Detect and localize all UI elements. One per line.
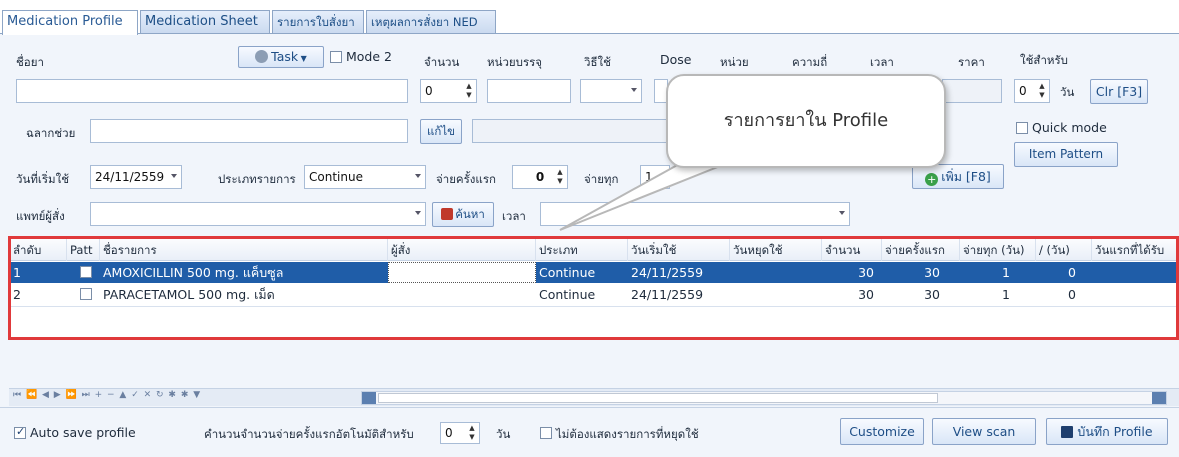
task-button[interactable]: Task ▼	[238, 46, 324, 68]
save-disk-icon	[1061, 426, 1074, 438]
unit-label: หน่วยบรรจุ	[487, 55, 543, 69]
view-scan-button[interactable]: View scan	[932, 418, 1036, 445]
start-date-value: 24/11/2559	[95, 170, 165, 184]
horizontal-scrollbar[interactable]	[361, 391, 1167, 405]
scroll-thumb[interactable]	[378, 393, 938, 403]
gear-icon	[255, 50, 269, 63]
doctor-select[interactable]	[90, 202, 426, 226]
day-unit-label: วัน	[496, 427, 511, 441]
time-label: เวลา	[870, 55, 894, 69]
grid-highlight-frame	[8, 236, 1179, 340]
clear-button[interactable]: Clr [F3]	[1090, 79, 1148, 104]
tab-medication-sheet[interactable]: Medication Sheet	[140, 10, 270, 34]
plus-circle-icon: +	[925, 173, 939, 186]
method-label: วิธีใช้	[584, 55, 611, 69]
price-input	[942, 79, 1002, 103]
list-type-label: ประเภทรายการ	[218, 172, 296, 186]
auto-calc-value: 0	[445, 426, 453, 440]
navigator-buttons[interactable]: ⏮ ⏪ ◀ ▶ ⏩ ⏭ + − ▲ ✓ ✕ ↻ ✱ ✱ ▼	[13, 390, 201, 400]
start-date-picker[interactable]: 24/11/2559	[90, 165, 182, 189]
chevron-down-icon	[631, 88, 637, 92]
mode2-checkbox[interactable]	[330, 51, 342, 63]
price-label: ราคา	[958, 55, 985, 69]
qty-label: จำนวน	[424, 55, 460, 69]
add-label: เพิ่ม [F8]	[941, 169, 991, 184]
chevron-down-icon	[415, 174, 421, 178]
task-label: Task	[271, 49, 299, 64]
list-type-value: Continue	[309, 170, 363, 184]
customize-button[interactable]: Customize	[840, 418, 924, 445]
use-for-value: 0	[1019, 84, 1027, 98]
auto-calc-label: คำนวนจำนวนจ่ายครั้งแรกอัตโนมัติสำหรับ	[204, 427, 414, 441]
qty-value: 0	[425, 84, 433, 98]
qty-stepper[interactable]: 0 ▲ ▼	[420, 79, 477, 103]
doctor-label: แพทย์ผู้สั่ง	[16, 209, 65, 223]
auto-save-label: Auto save profile	[30, 425, 136, 440]
method-select[interactable]	[580, 79, 642, 103]
bottom-bar: Auto save profile คำนวนจำนวนจ่ายครั้งแรก…	[0, 407, 1179, 457]
use-for-stepper[interactable]: 0 ▲ ▼	[1014, 79, 1050, 103]
scroll-left-icon[interactable]	[362, 392, 376, 404]
frequency-label: ความถี่	[792, 55, 828, 69]
item-pattern-button[interactable]: Item Pattern	[1014, 142, 1118, 167]
spin-arrows-icon[interactable]: ▲ ▼	[465, 82, 473, 100]
dose-label: Dose	[660, 52, 692, 67]
spin-arrows-icon[interactable]: ▲ ▼	[468, 424, 476, 442]
callout-bubble: รายการยาใน Profile	[666, 74, 946, 168]
mode2-label: Mode 2	[346, 49, 392, 64]
search-icon	[441, 208, 454, 220]
chevron-down-icon	[415, 211, 421, 215]
scroll-right-icon[interactable]	[1152, 392, 1166, 404]
list-type-select[interactable]: Continue	[304, 165, 426, 189]
unit2-label: หน่วย	[720, 55, 749, 69]
search-label: ค้นหา	[455, 207, 485, 221]
grid-navigator: ⏮ ⏪ ◀ ▶ ⏩ ⏭ + − ▲ ✓ ✕ ↻ ✱ ✱ ▼	[9, 388, 1179, 406]
save-profile-button[interactable]: บันทึก Profile	[1046, 418, 1168, 445]
hide-stopped-checkbox[interactable]	[540, 427, 552, 439]
day-unit-label: วัน	[1060, 85, 1075, 99]
first-dispense-label: จ่ายครั้งแรก	[436, 172, 496, 186]
helper-label-label: ฉลากช่วย	[26, 126, 76, 140]
use-for-label: ใช้สำหรับ	[1020, 53, 1068, 67]
search-button[interactable]: ค้นหา	[432, 202, 494, 227]
unit-input[interactable]	[487, 79, 571, 103]
edit-button[interactable]: แก้ไข	[420, 119, 462, 144]
save-profile-label: บันทึก Profile	[1077, 424, 1153, 439]
hide-stopped-label: ไม่ต้องแสดงรายการที่หยุดใช้	[556, 427, 699, 441]
chevron-down-icon: ▼	[298, 54, 307, 63]
drug-name-input[interactable]	[16, 79, 408, 103]
spin-arrows-icon[interactable]: ▲ ▼	[1038, 82, 1046, 100]
time2-label: เวลา	[502, 209, 526, 223]
drug-name-label: ชื่อยา	[16, 55, 44, 69]
tab-prescription-list[interactable]: รายการใบสั่งยา	[272, 10, 364, 34]
chevron-down-icon	[171, 174, 177, 178]
chevron-down-icon	[839, 211, 845, 215]
tab-medication-profile[interactable]: Medication Profile	[2, 10, 138, 35]
quick-mode-checkbox[interactable]	[1016, 122, 1028, 134]
tab-ned-reason[interactable]: เหตุผลการสั่งยา NED	[366, 10, 496, 34]
auto-save-checkbox[interactable]	[14, 425, 26, 439]
helper-label-input[interactable]	[90, 119, 408, 143]
auto-calc-stepper[interactable]: 0 ▲ ▼	[440, 422, 480, 444]
tab-bar: Medication Profile Medication Sheet รายก…	[0, 0, 1179, 35]
quick-mode-label: Quick mode	[1032, 120, 1107, 135]
start-date-label: วันที่เริ่มใช้	[16, 172, 70, 186]
